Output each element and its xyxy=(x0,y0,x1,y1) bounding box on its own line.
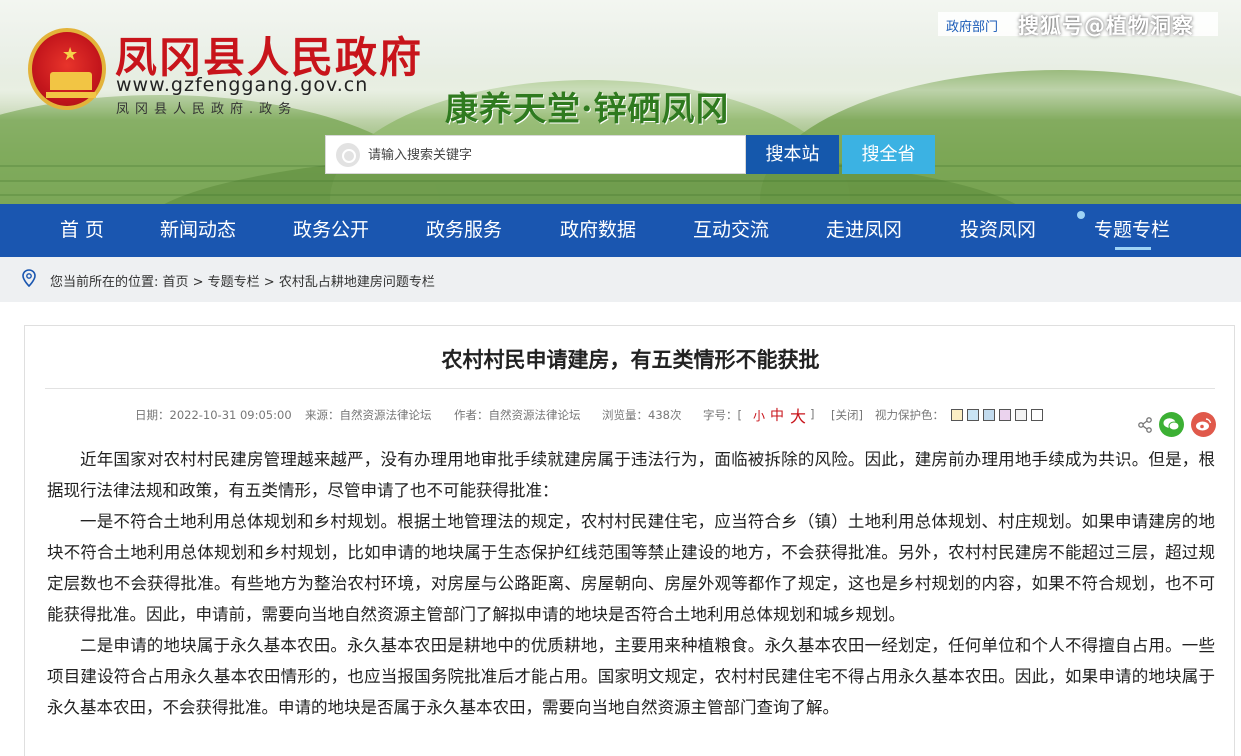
breadcrumb-text[interactable]: 您当前所在的位置: 首页 > 专题专栏 > 农村乱占耕地建房问题专栏 xyxy=(50,271,435,290)
banner-terrace xyxy=(0,194,1241,196)
national-emblem-icon[interactable]: ★ xyxy=(28,28,106,110)
eye-color-swatch[interactable] xyxy=(951,409,963,421)
nav-item-about[interactable]: 走进凤冈 xyxy=(826,204,902,257)
location-pin-icon xyxy=(22,269,36,287)
gov-departments-link[interactable]: 政府部门 xyxy=(946,16,998,35)
site-url: www.gzfenggang.gov.cn xyxy=(116,74,369,96)
font-size-label: 字号：[ xyxy=(703,408,742,422)
nav-active-dot xyxy=(1077,211,1085,219)
header-banner: ★ 凤冈县人民政府 www.gzfenggang.gov.cn 凤冈县人民政府.… xyxy=(0,0,1241,204)
nav-item-news[interactable]: 新闻动态 xyxy=(160,204,236,257)
search-box xyxy=(325,135,746,174)
slogan: 康养天堂·锌硒凤冈 xyxy=(445,89,730,128)
article-source: 来源：自然资源法律论坛 xyxy=(305,408,432,422)
watermark: 搜狐号@植物洞察 xyxy=(1018,14,1194,38)
eye-color-swatch[interactable] xyxy=(967,409,979,421)
search-input[interactable] xyxy=(368,144,738,166)
search-icon xyxy=(336,143,360,167)
title-divider xyxy=(45,388,1215,389)
eye-color-swatch[interactable] xyxy=(1031,409,1043,421)
nav-item-gov-data[interactable]: 政府数据 xyxy=(560,204,636,257)
article-body: 近年国家对农村村民建房管理越来越严，没有办理用地审批手续就建房属于违法行为，面临… xyxy=(47,444,1215,723)
weibo-share-icon[interactable] xyxy=(1191,412,1216,437)
breadcrumb: 您当前所在的位置: 首页 > 专题专栏 > 农村乱占耕地建房问题专栏 xyxy=(0,257,1241,302)
article-title: 农村村民申请建房，有五类情形不能获批 xyxy=(441,348,820,372)
eye-color-swatch[interactable] xyxy=(1015,409,1027,421)
article-panel: 农村村民申请建房，有五类情形不能获批 日期：2022-10-31 09:05:0… xyxy=(24,325,1235,756)
article-paragraph: 一是不符合土地利用总体规划和乡村规划。根据土地管理法的规定，农村村民建住宅，应当… xyxy=(47,512,1215,624)
eye-color-swatch[interactable] xyxy=(983,409,995,421)
nav-item-gov-affairs-open[interactable]: 政务公开 xyxy=(293,204,369,257)
close-button[interactable]: [关闭] xyxy=(831,407,863,423)
nav-active-underline xyxy=(1115,247,1151,250)
eye-protection-label: 视力保护色： xyxy=(875,408,944,422)
nav-item-interaction[interactable]: 互动交流 xyxy=(693,204,769,257)
article-views: 浏览量：438次 xyxy=(602,408,682,422)
banner-terrace xyxy=(0,180,1241,182)
article-date: 日期：2022-10-31 09:05:00 xyxy=(135,408,292,422)
article-paragraph: 近年国家对农村村民建房管理越来越严，没有办理用地审批手续就建房属于违法行为，面临… xyxy=(47,450,1215,500)
site-subtitle: 凤冈县人民政府.政务 xyxy=(116,102,298,117)
font-size-medium-button[interactable]: 中 xyxy=(770,405,784,425)
article-author: 作者：自然资源法律论坛 xyxy=(454,408,581,422)
search-province-button[interactable]: 搜全省 xyxy=(842,135,935,174)
main-nav: 首 页 新闻动态 政务公开 政务服务 政府数据 互动交流 走进凤冈 投资凤冈 专… xyxy=(0,204,1241,257)
article-paragraph: 二是申请的地块属于永久基本农田。永久基本农田是耕地中的优质耕地，主要用来种植粮食… xyxy=(47,636,1215,717)
nav-item-invest[interactable]: 投资凤冈 xyxy=(960,204,1036,257)
nav-item-gov-service[interactable]: 政务服务 xyxy=(426,204,502,257)
share-icon[interactable] xyxy=(1137,417,1153,433)
eye-color-swatch[interactable] xyxy=(999,409,1011,421)
font-size-close-bracket: ] xyxy=(810,407,815,421)
wechat-share-icon[interactable] xyxy=(1159,412,1184,437)
nav-item-home[interactable]: 首 页 xyxy=(60,204,104,257)
font-size-large-button[interactable]: 大 xyxy=(790,403,806,427)
search-site-button[interactable]: 搜本站 xyxy=(746,135,839,174)
font-size-small-button[interactable]: 小 xyxy=(753,407,765,424)
